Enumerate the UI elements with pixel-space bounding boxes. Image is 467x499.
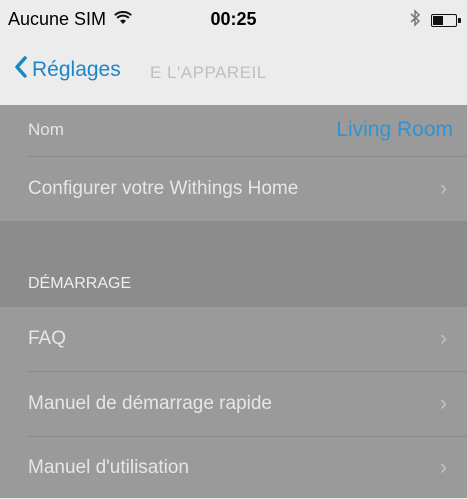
list-item-label: Manuel d'utilisation xyxy=(28,457,189,478)
list-item-quick-start[interactable]: Manuel de démarrage rapide › xyxy=(0,372,467,436)
chevron-right-icon: › xyxy=(440,327,447,350)
chevron-right-icon: › xyxy=(440,392,447,415)
clock: 00:25 xyxy=(210,9,257,29)
list-item-label: Manuel de démarrage rapide xyxy=(28,393,272,414)
back-label: Réglages xyxy=(32,58,121,81)
configure-device-row[interactable]: Configurer votre Withings Home › xyxy=(0,157,467,221)
device-name-label: Nom xyxy=(28,120,64,139)
section-separator xyxy=(0,221,467,307)
status-right xyxy=(409,9,461,32)
settings-list: Nom Living Room Configurer votre Withing… xyxy=(0,105,467,498)
status-bar: Aucune SIM 00:25 xyxy=(0,0,467,40)
page-title: E L'APPAREIL xyxy=(150,63,267,82)
device-name-row[interactable]: Nom Living Room xyxy=(0,105,467,155)
startup-section-header: DÉMARRAGE xyxy=(28,275,132,292)
list-item-user-manual[interactable]: Manuel d'utilisation › xyxy=(0,437,467,499)
chevron-right-icon: › xyxy=(440,456,447,479)
chevron-right-icon: › xyxy=(440,177,447,200)
device-name-value: Living Room xyxy=(336,118,453,141)
chevron-left-icon xyxy=(14,56,28,84)
list-item-faq[interactable]: FAQ › xyxy=(0,307,467,371)
navigation-bar: Réglages E L'APPAREIL xyxy=(0,40,467,105)
configure-device-label: Configurer votre Withings Home xyxy=(28,178,299,199)
list-item-label: FAQ xyxy=(28,328,67,349)
battery-icon xyxy=(431,14,461,27)
back-button[interactable]: Réglages xyxy=(14,56,121,84)
bluetooth-icon xyxy=(409,9,421,32)
